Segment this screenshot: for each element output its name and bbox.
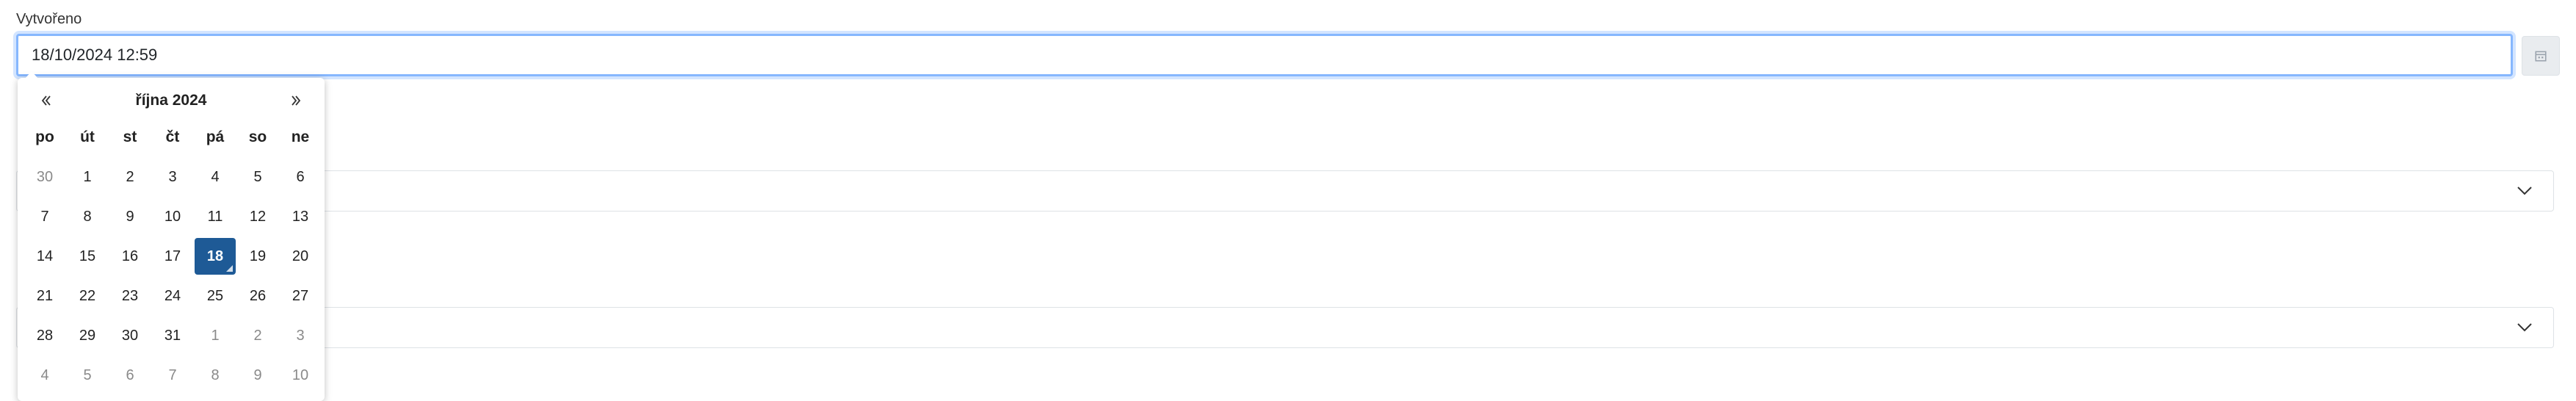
calendar-day[interactable]: 9 <box>109 197 151 236</box>
chevron-down-icon <box>2517 187 2532 195</box>
weekday-header: so <box>248 129 267 145</box>
weekday-header: po <box>35 129 54 145</box>
calendar-day[interactable]: 4 <box>23 355 66 395</box>
calendar-day[interactable]: 31 <box>151 316 194 355</box>
calendar-day[interactable]: 7 <box>23 197 66 236</box>
calendar-day[interactable]: 16 <box>109 236 151 276</box>
calendar-day[interactable]: 6 <box>279 157 322 197</box>
calendar-day[interactable]: 30 <box>23 157 66 197</box>
calendar-day[interactable]: 22 <box>66 276 109 316</box>
calendar-day[interactable]: 7 <box>151 355 194 395</box>
calendar-day[interactable]: 1 <box>194 316 236 355</box>
calendar-day[interactable]: 28 <box>23 316 66 355</box>
selected-day-chip: 18 <box>195 238 236 275</box>
calendar-day[interactable]: 11 <box>194 197 236 236</box>
calendar-day[interactable]: 8 <box>66 197 109 236</box>
calendar-day[interactable]: 2 <box>109 157 151 197</box>
calendar-icon <box>2535 51 2547 62</box>
calendar-day[interactable]: 29 <box>66 316 109 355</box>
calendar-day[interactable]: 19 <box>236 236 279 276</box>
weekday-header: pá <box>206 129 225 145</box>
calendar-day[interactable]: 20 <box>279 236 322 276</box>
calendar-day[interactable]: 10 <box>151 197 194 236</box>
select-field-1[interactable] <box>16 170 2554 212</box>
calendar-day[interactable]: 23 <box>109 276 151 316</box>
calendar-day[interactable]: 15 <box>66 236 109 276</box>
created-label: Vytvořeno <box>16 11 82 27</box>
prev-month-button[interactable] <box>37 91 56 110</box>
datepicker-header: října 2024 <box>23 84 319 118</box>
weekday-header: út <box>80 129 95 145</box>
calendar-day[interactable]: 26 <box>236 276 279 316</box>
weekday-header: ne <box>291 129 310 145</box>
calendar-day[interactable]: 25 <box>194 276 236 316</box>
datepicker-popup: října 2024 po út st čt pá so ne 30 1 2 3… <box>18 71 325 401</box>
calendar-day[interactable]: 13 <box>279 197 322 236</box>
select-field-2[interactable] <box>16 307 2554 348</box>
calendar-day[interactable]: 4 <box>194 157 236 197</box>
weekday-header: čt <box>165 129 180 145</box>
weekday-header: st <box>123 129 137 145</box>
calendar-day[interactable]: 10 <box>279 355 322 395</box>
calendar-day[interactable]: 5 <box>66 355 109 395</box>
calendar-day[interactable]: 9 <box>236 355 279 395</box>
month-title[interactable]: října 2024 <box>136 92 207 109</box>
calendar-day[interactable]: 2 <box>236 316 279 355</box>
created-datetime-input[interactable] <box>18 36 2511 74</box>
calendar-button[interactable] <box>2522 36 2560 76</box>
double-chevron-right-icon <box>292 95 301 106</box>
created-datetime-field[interactable] <box>16 34 2513 76</box>
calendar-day[interactable]: 3 <box>151 157 194 197</box>
calendar-day[interactable]: 1 <box>66 157 109 197</box>
calendar-day[interactable]: 21 <box>23 276 66 316</box>
calendar-day-selected[interactable]: 18 <box>194 236 236 276</box>
calendar-day[interactable]: 27 <box>279 276 322 316</box>
chevron-down-icon <box>2517 323 2532 332</box>
calendar-day[interactable]: 24 <box>151 276 194 316</box>
calendar-day[interactable]: 6 <box>109 355 151 395</box>
next-month-button[interactable] <box>286 91 305 110</box>
popup-arrow <box>25 71 38 79</box>
calendar-day[interactable]: 14 <box>23 236 66 276</box>
calendar-day[interactable]: 12 <box>236 197 279 236</box>
calendar-day[interactable]: 30 <box>109 316 151 355</box>
calendar-day[interactable]: 17 <box>151 236 194 276</box>
calendar-grid: po út st čt pá so ne 30 1 2 3 4 5 6 7 8 … <box>23 118 319 395</box>
calendar-day[interactable]: 8 <box>194 355 236 395</box>
calendar-day[interactable]: 5 <box>236 157 279 197</box>
calendar-day[interactable]: 3 <box>279 316 322 355</box>
double-chevron-left-icon <box>41 95 51 106</box>
